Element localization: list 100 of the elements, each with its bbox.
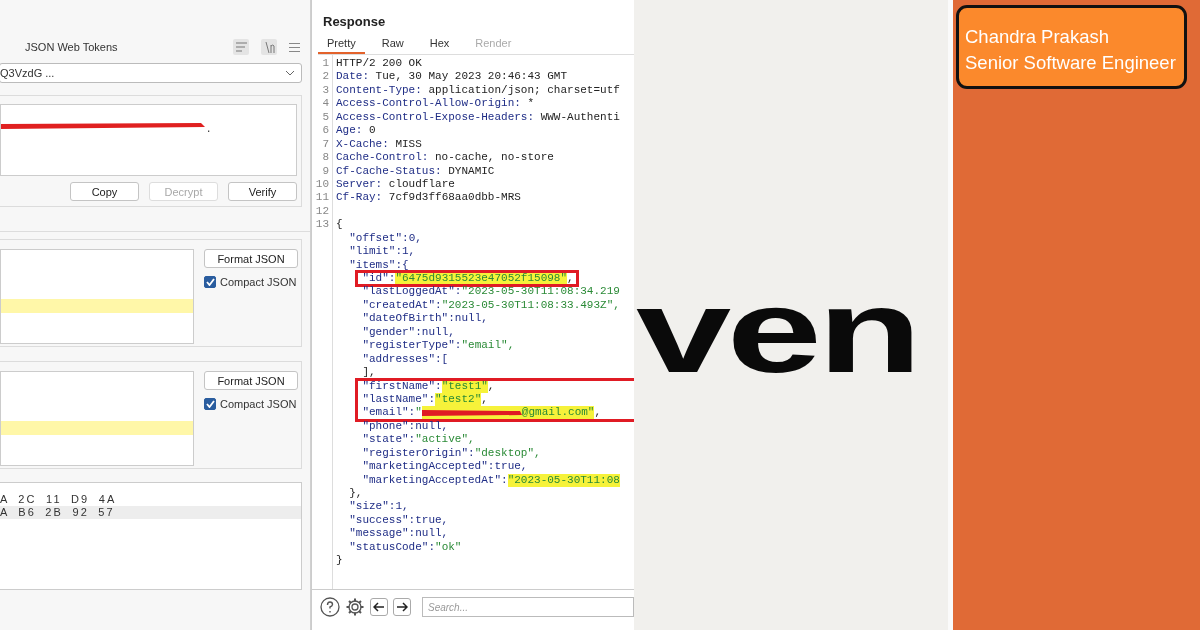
code-text: Tue, 30 May 2023 20:46:43 GMT <box>374 70 568 84</box>
forward-button[interactable] <box>393 598 411 616</box>
code-value: "2023-05-30T11:08:33.493Z", <box>441 298 620 313</box>
code-key: "statusCode": <box>349 540 436 555</box>
menu-icon[interactable] <box>289 42 300 52</box>
token-field[interactable]: . <box>0 104 297 176</box>
code-value: "desktop", <box>474 446 541 461</box>
code-text: cloudflare <box>387 177 455 192</box>
line-number: 3 <box>321 83 330 98</box>
compact-checkbox[interactable]: Compact JSON <box>204 398 298 410</box>
format-button[interactable]: Format JSON <box>204 371 298 390</box>
code-key: "items":{ <box>349 258 409 272</box>
line-number: 13 <box>314 218 330 232</box>
newline-icon[interactable] <box>261 39 277 55</box>
code-value: 1, <box>402 245 416 259</box>
chevron-icon <box>285 70 295 76</box>
format-button[interactable]: Format JSON <box>204 249 298 268</box>
check-icon <box>205 400 215 408</box>
code-text: * <box>526 97 535 111</box>
line-number: 1 <box>321 57 330 71</box>
code-value: "2023-05-30T11:08:34.219 <box>461 285 620 299</box>
presenter-role: Senior Software Engineer <box>965 51 1177 75</box>
code-text: 7cf9d3ff68aa0dbb-MRS <box>387 191 521 205</box>
code-text: }, <box>349 487 363 501</box>
code-value: true, <box>415 513 449 528</box>
code-text: 0 <box>368 124 376 138</box>
code-text: , <box>487 379 495 393</box>
code-key: Access-Control-Expose-Headers: <box>336 110 535 125</box>
line-number: 2 <box>321 70 330 84</box>
help-icon[interactable] <box>320 597 340 617</box>
code-key: "marketingAcceptedAt": <box>362 473 508 487</box>
code-key: Cache-Control: <box>336 151 429 165</box>
hex-row[interactable]: A 2C 11 D9 4A <box>0 493 301 506</box>
hex-row[interactable]: A B6 2B 92 57 <box>0 506 301 519</box>
code-value: null, <box>415 527 449 541</box>
code-value: 1, <box>395 500 409 514</box>
code-value: null, <box>454 312 488 326</box>
line-number: 11 <box>314 191 330 205</box>
view-tab[interactable]: Pretty <box>318 37 365 54</box>
line-number: 8 <box>321 151 330 165</box>
presenter-name: Chandra Prakash <box>965 25 1110 49</box>
code-text: , <box>567 272 574 286</box>
panel-title: Response <box>322 13 387 29</box>
panel-title: JSON Web Tokens <box>25 41 119 53</box>
line-number: 4 <box>321 97 330 111</box>
code-text: ], <box>362 366 376 380</box>
code-value: "ok" <box>435 540 462 555</box>
code-key: Content-Type: <box>336 83 422 98</box>
code-key: Access-Control-Allow-Origin: <box>336 97 521 111</box>
code-key: Age: <box>336 124 363 138</box>
view-tab[interactable]: Hex <box>420 37 459 54</box>
code-key: "lastLoggedAt": <box>362 285 462 299</box>
action-button[interactable]: Verify <box>228 182 297 201</box>
code-key: Date: <box>336 70 369 84</box>
code-key: "gender": <box>362 325 422 340</box>
right-arrow-icon <box>396 602 408 612</box>
code-key: "firstName": <box>362 379 442 393</box>
highlighted-value: "2023-05-30T11:08 <box>507 473 620 487</box>
action-button[interactable]: Copy <box>70 182 139 201</box>
code-key: Cf-Ray: <box>336 191 383 205</box>
line-number: 6 <box>321 124 330 138</box>
code-text: } <box>336 554 343 568</box>
wrap-icon[interactable] <box>233 39 249 55</box>
code-key: "registerOrigin": <box>362 446 475 461</box>
code-key: "message": <box>349 527 416 541</box>
code-value: " <box>415 406 422 420</box>
check-icon <box>205 278 215 286</box>
code-key: "dateOfBirth": <box>362 312 455 326</box>
code-key: "state": <box>362 433 416 447</box>
back-button[interactable] <box>370 598 388 616</box>
slide-heading: ven <box>636 272 918 390</box>
code-value: null, <box>415 419 449 434</box>
line-number: 5 <box>321 110 330 125</box>
view-tab[interactable]: Raw <box>372 37 413 54</box>
line-number: 9 <box>321 164 330 178</box>
code-text: DYNAMIC <box>447 164 495 178</box>
code-key: "marketingAccepted": <box>362 460 495 474</box>
code-value: true, <box>494 460 528 474</box>
code-value: "email", <box>461 339 515 353</box>
code-value: "active", <box>415 433 475 447</box>
left-arrow-icon <box>373 602 385 612</box>
code-text: no-cache, no-store <box>434 151 554 165</box>
code-value: 0, <box>408 231 422 246</box>
token-dropdown[interactable]: Q3VzdG ... <box>0 63 302 83</box>
code-key: "createdAt": <box>362 298 442 313</box>
code-text: WWW-Authenti <box>539 110 620 125</box>
compact-checkbox[interactable]: Compact JSON <box>204 276 298 288</box>
code-text: , <box>481 392 488 407</box>
code-key: Server: <box>336 177 383 192</box>
code-key: "registerType": <box>362 339 462 353</box>
code-key: X-Cache: <box>336 137 389 152</box>
code-text: MISS <box>394 137 422 152</box>
settings-icon[interactable] <box>345 597 365 617</box>
code-value: null, <box>421 325 455 340</box>
code-key: "addresses":[ <box>362 352 449 367</box>
code-key: "success": <box>349 513 416 528</box>
code-key: "phone": <box>362 419 416 434</box>
code-text: HTTP/2 200 OK <box>336 57 422 71</box>
code-text: , <box>594 406 602 420</box>
search-field[interactable]: Search... <box>422 597 634 617</box>
